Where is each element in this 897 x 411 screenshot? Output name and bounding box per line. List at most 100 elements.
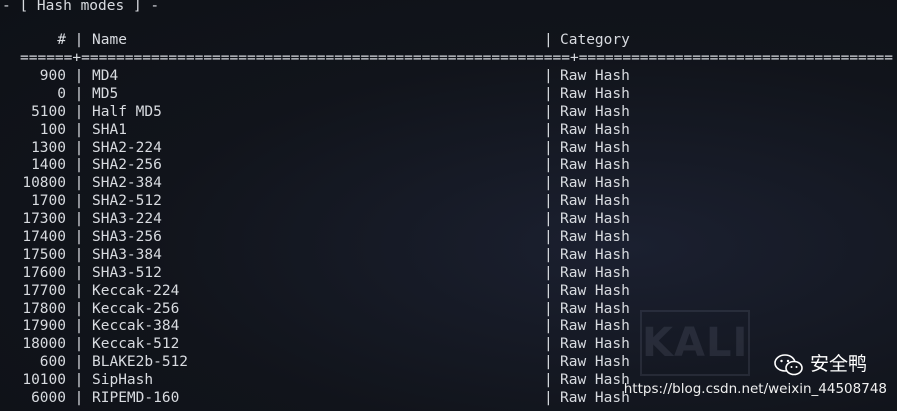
hash-mode-name: MD5	[92, 85, 119, 102]
table-row: 17300 | SHA3-224 | Raw Hash	[0, 211, 630, 229]
hash-mode-category: Raw Hash	[560, 336, 630, 353]
hash-mode-name: Keccak-256	[92, 300, 180, 317]
column-separator: |	[544, 264, 553, 281]
table-row: 100 | SHA1 | Raw Hash	[0, 122, 630, 140]
hash-mode-category: Raw Hash	[560, 282, 630, 299]
hash-mode-number: 17400	[22, 229, 66, 246]
column-separator: |	[74, 68, 84, 84]
hash-mode-number: 1300	[31, 139, 66, 156]
kali-background-logo: KALI	[640, 310, 750, 376]
hash-mode-category: Raw Hash	[560, 139, 630, 156]
table-row: 900 | MD4 | Raw Hash	[0, 68, 630, 86]
table-row: 1400 | SHA2-256 | Raw Hash	[0, 157, 630, 175]
column-separator: |	[74, 264, 84, 281]
hash-mode-category: Raw Hash	[560, 246, 630, 263]
column-separator: |	[74, 300, 84, 317]
hash-mode-name: SHA3-512	[92, 264, 162, 281]
column-separator: |	[74, 318, 84, 335]
column-separator: |	[544, 68, 553, 84]
hash-mode-category: Raw Hash	[560, 264, 630, 281]
hash-mode-category: Raw Hash	[560, 68, 630, 84]
column-separator: |	[544, 32, 553, 48]
column-separator: |	[74, 372, 84, 389]
hash-mode-category: Raw Hash	[560, 121, 630, 138]
column-separator: |	[74, 175, 84, 192]
column-separator: |	[74, 193, 84, 210]
table-row: 600 | BLAKE2b-512 | Raw Hash	[0, 354, 630, 372]
column-separator: |	[74, 390, 84, 407]
table-row: 1700 | SHA2-512 | Raw Hash	[0, 193, 630, 211]
header-num: #	[57, 32, 66, 48]
table-row: 10800 | SHA2-384 | Raw Hash	[0, 175, 630, 193]
column-separator: |	[544, 85, 553, 102]
column-separator: |	[544, 121, 553, 138]
hash-mode-number: 900	[39, 68, 66, 84]
hash-mode-category: Raw Hash	[560, 318, 630, 335]
column-separator: |	[74, 229, 84, 246]
hash-mode-name: SHA2-512	[92, 193, 162, 210]
table-row: 17900 | Keccak-384 | Raw Hash	[0, 318, 630, 336]
hash-mode-name: SHA2-224	[92, 139, 162, 156]
column-separator: |	[74, 121, 84, 138]
hash-mode-category: Raw Hash	[560, 354, 630, 371]
hash-mode-name: Keccak-224	[92, 282, 180, 299]
table-row: 0 | MD5 | Raw Hash	[0, 86, 630, 104]
hash-mode-category: Raw Hash	[560, 390, 630, 407]
column-separator: |	[544, 193, 553, 210]
watermark-brand-text: 安全鸭	[809, 353, 867, 376]
hash-mode-number: 18000	[22, 336, 66, 353]
hash-mode-category: Raw Hash	[560, 372, 630, 389]
hash-mode-name: BLAKE2b-512	[92, 354, 189, 371]
column-separator: |	[544, 157, 553, 174]
hash-modes-table: 900 | MD4 | Raw Hash 0 | MD5 | Raw Hash 5100 | Half …	[0, 68, 630, 408]
hash-mode-number: 600	[39, 354, 66, 371]
hash-mode-number: 5100	[31, 103, 66, 120]
section-heading: - [ Hash modes ] -	[2, 0, 160, 14]
hash-mode-number: 6000	[31, 390, 66, 407]
watermark-url: https://blog.csdn.net/weixin_44508748	[623, 381, 887, 398]
hash-mode-number: 17600	[22, 264, 66, 281]
table-header: # | Name | Category	[0, 32, 630, 50]
column-separator: |	[544, 390, 553, 407]
terminal-window: KALI - [ Hash modes ] - # | Name | Category …	[0, 0, 897, 411]
column-separator: |	[74, 32, 84, 48]
hash-mode-number: 1700	[31, 193, 66, 210]
column-separator: |	[74, 139, 84, 156]
hash-mode-number: 10100	[22, 372, 66, 389]
hash-mode-number: 17700	[22, 282, 66, 299]
hash-mode-category: Raw Hash	[560, 300, 630, 317]
hash-mode-category: Raw Hash	[560, 103, 630, 120]
column-separator: |	[74, 354, 84, 371]
wechat-icon	[774, 353, 804, 377]
hash-mode-name: MD4	[92, 68, 119, 84]
column-separator: |	[74, 336, 84, 353]
column-separator: |	[74, 85, 84, 102]
hash-mode-category: Raw Hash	[560, 157, 630, 174]
hash-mode-name: SHA2-256	[92, 157, 162, 174]
hash-mode-number: 17800	[22, 300, 66, 317]
table-row: 17700 | Keccak-224 | Raw Hash	[0, 283, 630, 301]
column-separator: |	[74, 282, 84, 299]
table-row: 6000 | RIPEMD-160 | Raw Hash	[0, 390, 630, 408]
column-separator: |	[544, 354, 553, 371]
column-separator: |	[74, 211, 84, 228]
column-separator: |	[544, 246, 553, 263]
hash-mode-name: Keccak-384	[92, 318, 180, 335]
hash-mode-name: SHA2-384	[92, 175, 162, 192]
hash-mode-category: Raw Hash	[560, 85, 630, 102]
hash-mode-category: Raw Hash	[560, 229, 630, 246]
column-separator: |	[544, 139, 553, 156]
header-rule: ======+=================================…	[20, 50, 893, 66]
table-row: 5100 | Half MD5 | Raw Hash	[0, 104, 630, 122]
hash-mode-number: 100	[39, 121, 66, 138]
hash-mode-category: Raw Hash	[560, 175, 630, 192]
column-separator: |	[544, 229, 553, 246]
table-row: 17400 | SHA3-256 | Raw Hash	[0, 229, 630, 247]
hash-mode-category: Raw Hash	[560, 193, 630, 210]
table-row: 17500 | SHA3-384 | Raw Hash	[0, 247, 630, 265]
column-separator: |	[544, 103, 553, 120]
table-row: 18000 | Keccak-512 | Raw Hash	[0, 336, 630, 354]
table-row: 1300 | SHA2-224 | Raw Hash	[0, 140, 630, 158]
hash-mode-number: 17300	[22, 211, 66, 228]
column-separator: |	[544, 336, 553, 353]
